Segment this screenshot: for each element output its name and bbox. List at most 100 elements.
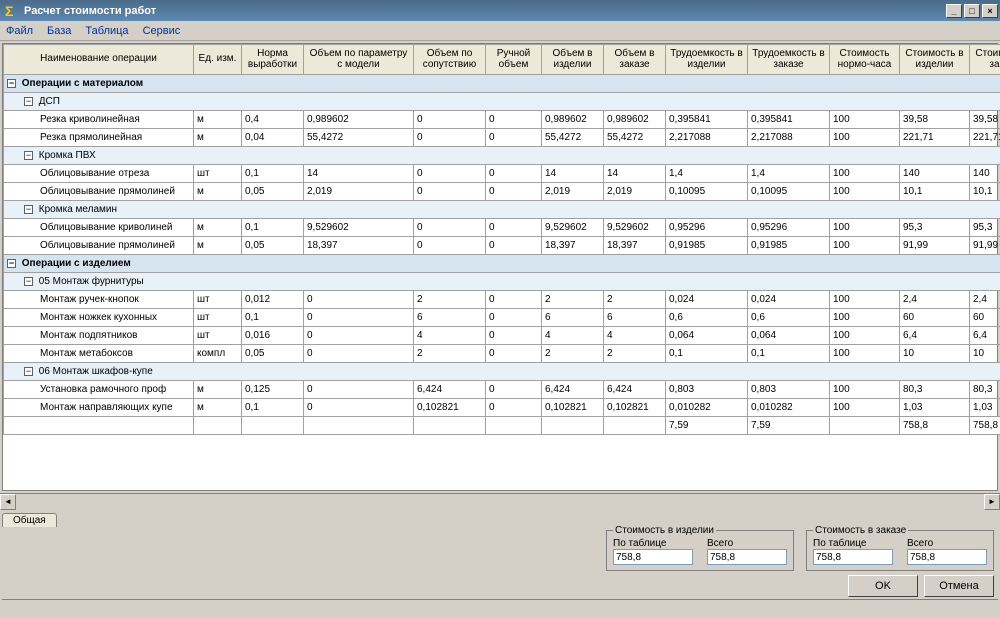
cell[interactable]: 55,4272 [604, 129, 666, 147]
cell[interactable]: 55,4272 [542, 129, 604, 147]
cell[interactable]: 140 [970, 165, 1000, 183]
cell[interactable]: 6 [414, 309, 486, 327]
menu-file[interactable]: Файл [6, 25, 33, 37]
cell[interactable]: 4 [542, 327, 604, 345]
subgroup-row[interactable]: − Кромка ПВХ [4, 147, 1000, 165]
cell[interactable]: 0 [486, 381, 542, 399]
cell[interactable]: 0,064 [748, 327, 830, 345]
cell[interactable]: 0,1 [242, 165, 304, 183]
cell[interactable]: 6,424 [414, 381, 486, 399]
cell[interactable]: 100 [830, 291, 900, 309]
menu-table[interactable]: Таблица [85, 25, 128, 37]
cost-order-bytable-input[interactable] [813, 549, 893, 565]
cell[interactable]: 0,010282 [748, 399, 830, 417]
cell[interactable]: 0,989602 [604, 111, 666, 129]
maximize-button[interactable]: □ [964, 4, 980, 18]
cost-order-total-input[interactable] [907, 549, 987, 565]
cell[interactable]: 0,803 [666, 381, 748, 399]
cell[interactable]: 2,4 [900, 291, 970, 309]
cell[interactable]: м [194, 219, 242, 237]
cell[interactable]: 221,71 [900, 129, 970, 147]
col-norm[interactable]: Норма выработки [242, 45, 304, 75]
cell[interactable]: 758,8 [970, 417, 1000, 435]
cell[interactable]: 7,59 [666, 417, 748, 435]
cell[interactable]: 0,1 [242, 399, 304, 417]
cell[interactable]: 91,99 [970, 237, 1000, 255]
cell[interactable]: 0,4 [242, 111, 304, 129]
cell[interactable]: 100 [830, 165, 900, 183]
cell[interactable]: 0,803 [748, 381, 830, 399]
col-vol-order[interactable]: Объем в заказе [604, 45, 666, 75]
cell[interactable]: 0,395841 [748, 111, 830, 129]
cell[interactable]: 0 [414, 219, 486, 237]
subgroup-row[interactable]: − ДСП [4, 93, 1000, 111]
subgroup-row[interactable]: − Кромка меламин [4, 201, 1000, 219]
cell[interactable]: 0 [414, 111, 486, 129]
col-name[interactable]: Наименование операции [4, 45, 194, 75]
table-row[interactable]: Облицовывание прямолинейм0,052,019002,01… [4, 183, 1000, 201]
cell[interactable]: компл [194, 345, 242, 363]
cell[interactable]: 0 [486, 345, 542, 363]
cell[interactable]: 0 [486, 309, 542, 327]
cell[interactable]: 0,102821 [604, 399, 666, 417]
col-vol-manual[interactable]: Ручной объем [486, 45, 542, 75]
cell[interactable]: 6,4 [970, 327, 1000, 345]
cell[interactable]: 1,4 [666, 165, 748, 183]
cell[interactable]: 2,019 [542, 183, 604, 201]
cell[interactable]: 0 [304, 291, 414, 309]
cell[interactable]: 0,05 [242, 183, 304, 201]
cell[interactable]: 9,529602 [604, 219, 666, 237]
cell[interactable]: 0 [486, 165, 542, 183]
ok-button[interactable]: OK [848, 575, 918, 597]
cell[interactable]: 0,91985 [748, 237, 830, 255]
cell[interactable]: 60 [970, 309, 1000, 327]
minimize-button[interactable]: _ [946, 4, 962, 18]
table-row[interactable]: Монтаж подпятниковшт0,016040440,0640,064… [4, 327, 1000, 345]
cell[interactable]: Резка криволинейная [4, 111, 194, 129]
cell[interactable]: Монтаж метабоксов [4, 345, 194, 363]
cell[interactable]: 4 [414, 327, 486, 345]
cell[interactable]: 2 [414, 345, 486, 363]
subgroup-row[interactable]: − 06 Монтаж шкафов-купе [4, 363, 1000, 381]
cell[interactable]: 140 [900, 165, 970, 183]
cell[interactable]: 100 [830, 399, 900, 417]
cell[interactable]: 0,102821 [414, 399, 486, 417]
col-labor-item[interactable]: Трудоемкость в изделии [666, 45, 748, 75]
expand-icon[interactable]: − [24, 151, 33, 160]
cell[interactable]: 6 [604, 309, 666, 327]
cell[interactable]: 95,3 [970, 219, 1000, 237]
cell[interactable]: 2 [542, 345, 604, 363]
col-vol-model[interactable]: Объем по параметру с модели [304, 45, 414, 75]
cell[interactable]: 0 [414, 165, 486, 183]
cell[interactable]: Монтаж подпятников [4, 327, 194, 345]
cell[interactable]: 0,1 [666, 345, 748, 363]
cell[interactable]: 2 [542, 291, 604, 309]
cell[interactable]: 10,1 [970, 183, 1000, 201]
cell[interactable]: Монтаж ножкек кухонных [4, 309, 194, 327]
group-row[interactable]: − Операции с материалом [4, 75, 1000, 93]
cell[interactable]: 91,99 [900, 237, 970, 255]
table-row[interactable]: Резка прямолинейнаям0,0455,42720055,4272… [4, 129, 1000, 147]
table-row[interactable]: Монтаж ручек-кнопокшт0,012020220,0240,02… [4, 291, 1000, 309]
cell[interactable]: 2 [414, 291, 486, 309]
cell[interactable]: 0,016 [242, 327, 304, 345]
cell[interactable]: шт [194, 165, 242, 183]
scroll-right-button[interactable]: ► [984, 494, 1000, 510]
table-row[interactable]: Облицовывание отрезашт0,1140014141,41,41… [4, 165, 1000, 183]
cell[interactable]: 39,58 [900, 111, 970, 129]
cell[interactable]: 0 [486, 327, 542, 345]
cell[interactable]: Облицовывание прямолиней [4, 183, 194, 201]
table-row[interactable]: Монтаж ножкек кухонныхшт0,1060660,60,610… [4, 309, 1000, 327]
table-row[interactable]: Резка криволинейнаям0,40,989602000,98960… [4, 111, 1000, 129]
cell[interactable]: шт [194, 309, 242, 327]
cell[interactable]: Облицовывание прямолиней [4, 237, 194, 255]
cell[interactable]: 100 [830, 129, 900, 147]
cell[interactable]: 0 [486, 219, 542, 237]
cell[interactable]: 0,95296 [748, 219, 830, 237]
cell[interactable]: 0,91985 [666, 237, 748, 255]
cell[interactable]: 0,95296 [666, 219, 748, 237]
menu-service[interactable]: Сервис [143, 25, 181, 37]
cell[interactable]: 0 [486, 237, 542, 255]
cell[interactable]: 10,1 [900, 183, 970, 201]
cell[interactable]: 100 [830, 381, 900, 399]
